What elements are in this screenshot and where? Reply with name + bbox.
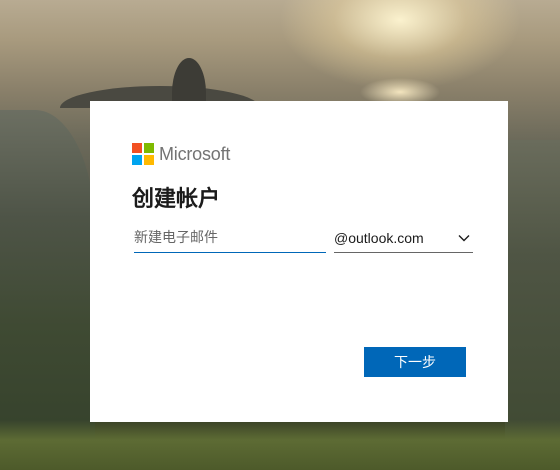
logo-square-blue bbox=[132, 155, 142, 165]
chevron-down-icon bbox=[458, 234, 470, 241]
microsoft-logo-icon bbox=[132, 143, 154, 165]
domain-dropdown[interactable]: @outlook.com bbox=[334, 223, 473, 253]
page-title: 创建帐户 bbox=[132, 187, 221, 212]
background-grass bbox=[0, 420, 560, 470]
logo-square-yellow bbox=[144, 155, 154, 165]
signup-card: Microsoft 创建帐户 @outlook.com 下一步 bbox=[90, 101, 508, 422]
microsoft-logo: Microsoft bbox=[132, 143, 230, 165]
new-email-input[interactable] bbox=[134, 223, 326, 253]
next-button[interactable]: 下一步 bbox=[364, 347, 466, 377]
background-hill-left bbox=[0, 110, 95, 470]
brand-name: Microsoft bbox=[159, 143, 231, 164]
domain-selected-value: @outlook.com bbox=[334, 229, 424, 246]
logo-square-red bbox=[132, 143, 142, 153]
logo-square-green bbox=[144, 143, 154, 153]
